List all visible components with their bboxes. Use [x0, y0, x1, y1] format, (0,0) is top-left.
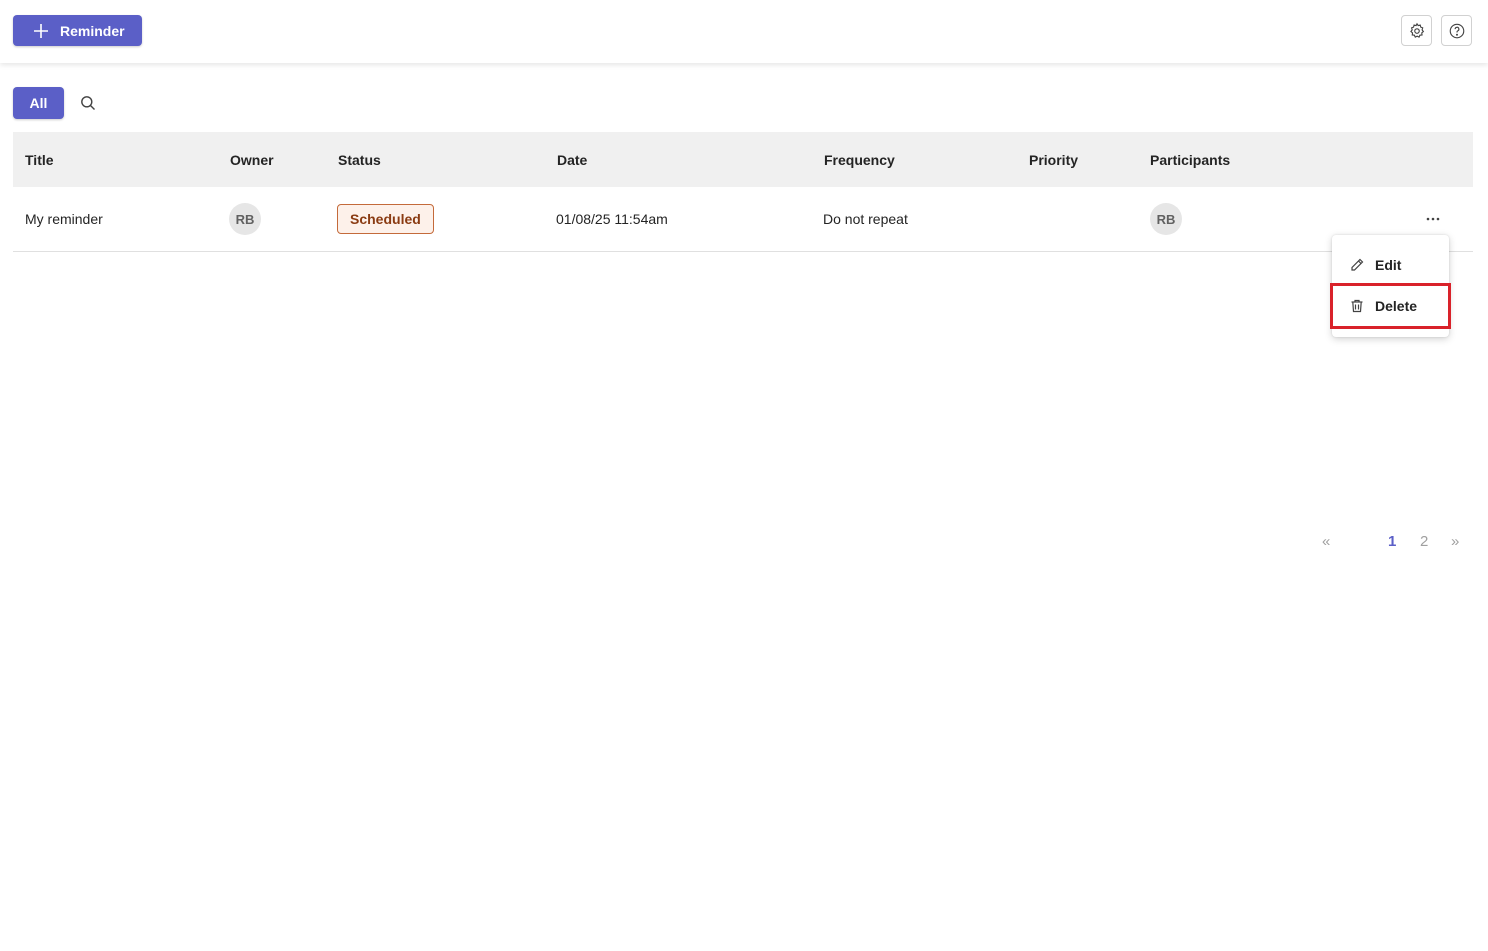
column-header-title[interactable]: Title	[25, 132, 54, 187]
pagination-last[interactable]: »	[1451, 531, 1459, 553]
trash-icon	[1351, 299, 1363, 313]
top-toolbar: Reminder	[0, 0, 1488, 63]
pencil-icon	[1351, 258, 1364, 271]
row-context-menu: Edit Delete	[1330, 235, 1451, 337]
column-header-priority[interactable]: Priority	[1029, 132, 1078, 187]
column-header-frequency[interactable]: Frequency	[824, 132, 895, 187]
help-button[interactable]	[1441, 15, 1472, 46]
table-header: Title Owner Status Date Frequency Priori…	[13, 132, 1473, 187]
gear-icon	[1409, 22, 1424, 38]
more-options-button[interactable]	[1421, 207, 1445, 231]
add-reminder-button[interactable]: Reminder	[13, 15, 142, 46]
add-reminder-label: Reminder	[60, 22, 125, 39]
menu-item-delete-label: Delete	[1375, 298, 1418, 314]
settings-button[interactable]	[1401, 15, 1432, 46]
status-badge: Scheduled	[337, 204, 434, 234]
filter-all-button[interactable]: All	[13, 87, 64, 119]
pagination-first[interactable]: «	[1322, 531, 1330, 553]
plus-icon	[34, 23, 48, 38]
table-row[interactable]: My reminder RB Scheduled 01/08/25 11:54a…	[13, 187, 1473, 252]
search-button[interactable]	[76, 91, 100, 115]
cell-date: 01/08/25 11:54am	[556, 211, 668, 227]
column-header-status[interactable]: Status	[338, 132, 381, 187]
pagination-page-2[interactable]: 2	[1420, 531, 1428, 553]
question-circle-icon	[1449, 23, 1464, 38]
owner-avatar: RB	[229, 203, 261, 235]
menu-item-edit[interactable]: Edit	[1332, 244, 1449, 286]
cell-title: My reminder	[25, 211, 103, 227]
column-header-owner[interactable]: Owner	[230, 132, 274, 187]
more-horizontal-icon	[1426, 217, 1440, 221]
cell-frequency: Do not repeat	[823, 211, 908, 227]
pagination-page-1[interactable]: 1	[1388, 531, 1396, 553]
column-header-participants[interactable]: Participants	[1150, 132, 1230, 187]
search-icon	[81, 96, 95, 110]
menu-item-edit-label: Edit	[1375, 257, 1402, 273]
menu-item-delete[interactable]: Delete	[1330, 283, 1451, 329]
participant-avatar: RB	[1150, 203, 1182, 235]
column-header-date[interactable]: Date	[557, 132, 587, 187]
